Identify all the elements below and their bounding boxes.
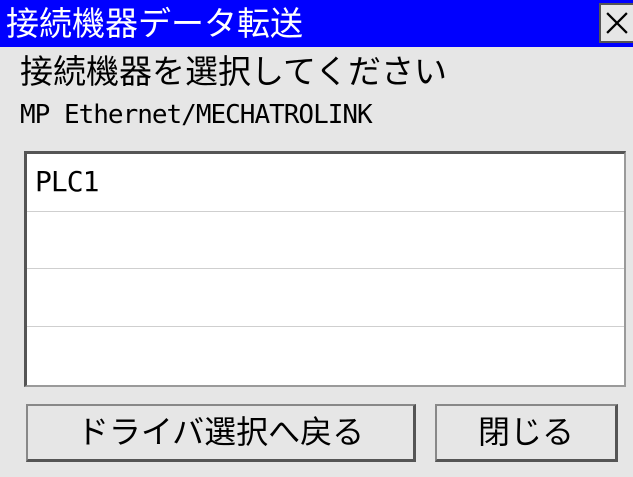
select-device-prompt: 接続機器を選択してください	[20, 52, 448, 91]
close-dialog-button[interactable]: 閉じる	[435, 404, 618, 462]
device-list: PLC1	[24, 151, 626, 387]
transfer-dialog: 接続機器データ転送 接続機器を選択してください MP Ethernet/MECH…	[0, 0, 633, 477]
device-list-item[interactable]	[27, 327, 624, 385]
close-button[interactable]	[599, 3, 633, 43]
back-to-driver-select-button[interactable]: ドライバ選択へ戻る	[26, 404, 416, 462]
dialog-title: 接続機器データ転送	[6, 4, 303, 43]
close-icon	[606, 12, 628, 34]
device-list-item[interactable]: PLC1	[27, 154, 624, 212]
device-list-item[interactable]	[27, 212, 624, 269]
device-list-item[interactable]	[27, 269, 624, 327]
title-bar: 接続機器データ転送	[0, 0, 633, 47]
driver-name: MP Ethernet/MECHATROLINK	[20, 100, 373, 130]
